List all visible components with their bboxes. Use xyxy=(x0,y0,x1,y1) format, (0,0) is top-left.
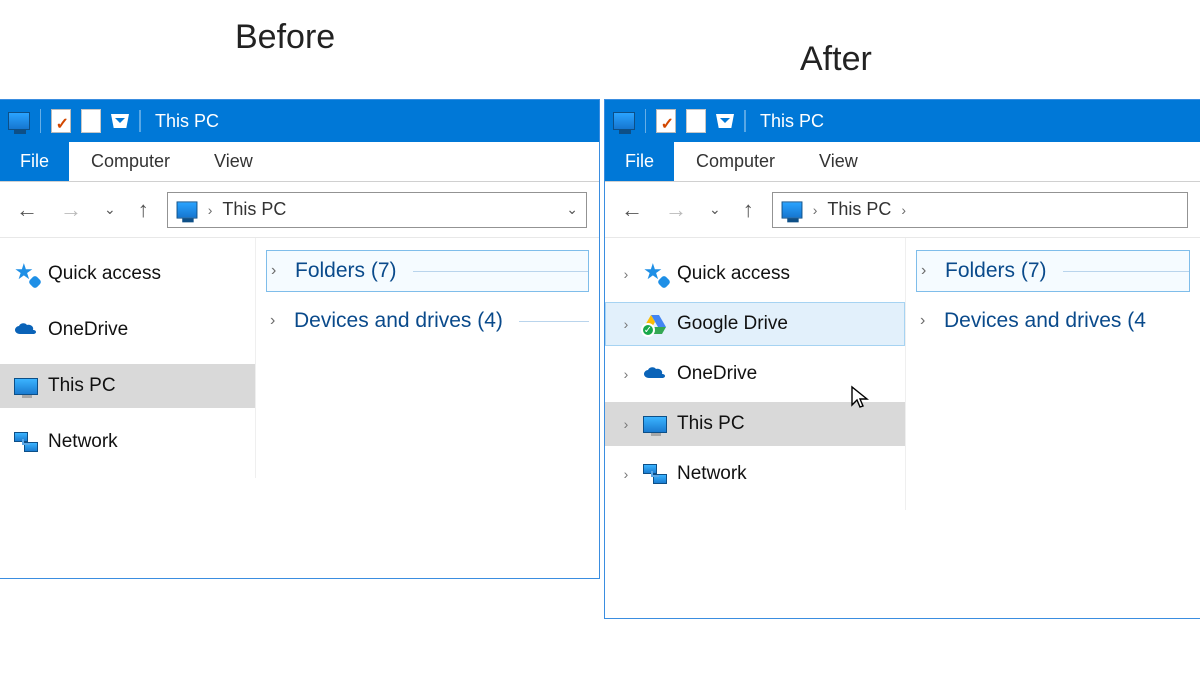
sidebar-item-label: This PC xyxy=(48,375,116,397)
sidebar-item-quick-access[interactable]: › Quick access xyxy=(605,252,905,296)
section-folders[interactable]: › Folders (7) xyxy=(916,250,1190,292)
content-pane: › Folders (7) › Devices and drives (4) xyxy=(255,238,599,478)
qat-properties-icon[interactable] xyxy=(51,109,71,133)
sidebar-item-network[interactable]: Network xyxy=(0,420,255,464)
divider xyxy=(1063,271,1189,272)
titlebar: This PC xyxy=(605,100,1200,142)
sidebar-item-label: Network xyxy=(677,463,747,485)
tab-file[interactable]: File xyxy=(605,142,674,181)
heading-before: Before xyxy=(235,18,335,57)
section-devices[interactable]: › Devices and drives (4 xyxy=(916,300,1190,342)
pc-icon xyxy=(176,201,197,218)
chevron-right-icon: › xyxy=(208,202,213,218)
forward-button: → xyxy=(661,195,691,225)
quick-access-icon xyxy=(14,263,38,285)
breadcrumb-this-pc[interactable]: This PC xyxy=(827,199,891,220)
expand-icon[interactable]: › xyxy=(619,416,633,432)
content-pane: › Folders (7) › Devices and drives (4 xyxy=(905,238,1200,510)
sidebar-item-quick-access[interactable]: Quick access xyxy=(0,252,255,296)
expand-icon[interactable]: › xyxy=(619,366,633,382)
google-drive-icon: ✓ xyxy=(643,313,667,335)
navigation-pane: Quick access OneDrive This PC Network xyxy=(0,238,255,478)
chevron-right-icon: › xyxy=(270,312,284,330)
onedrive-icon xyxy=(643,363,667,385)
section-label: Folders (7) xyxy=(945,259,1047,283)
cursor-icon xyxy=(850,385,870,411)
separator xyxy=(744,110,746,132)
tab-file[interactable]: File xyxy=(0,142,69,181)
app-icon xyxy=(613,112,635,130)
navigation-toolbar: ← → ⌄ ↑ › This PC › xyxy=(605,182,1200,238)
sidebar-item-onedrive[interactable]: OneDrive xyxy=(0,308,255,352)
network-icon xyxy=(643,464,667,484)
sidebar-item-label: Quick access xyxy=(677,263,790,285)
sidebar-item-label: Google Drive xyxy=(677,313,788,335)
up-button[interactable]: ↑ xyxy=(134,195,153,225)
history-dropdown[interactable]: ⌄ xyxy=(100,199,120,220)
back-button[interactable]: ← xyxy=(12,195,42,225)
address-dropdown-icon[interactable]: ⌄ xyxy=(566,201,578,218)
chevron-right-icon: › xyxy=(901,202,906,218)
sidebar-item-label: OneDrive xyxy=(677,363,757,385)
network-icon xyxy=(14,432,38,452)
sidebar-item-label: Network xyxy=(48,431,118,453)
app-icon xyxy=(8,112,30,130)
expand-icon[interactable]: › xyxy=(619,466,633,482)
up-button[interactable]: ↑ xyxy=(739,195,758,225)
address-bar[interactable]: › This PC › xyxy=(772,192,1188,228)
heading-after: After xyxy=(800,40,872,79)
section-label: Devices and drives (4) xyxy=(294,309,503,333)
tab-computer[interactable]: Computer xyxy=(674,142,797,181)
tab-computer[interactable]: Computer xyxy=(69,142,192,181)
sidebar-item-label: Quick access xyxy=(48,263,161,285)
window-before: This PC File Computer View ← → ⌄ ↑ › Thi… xyxy=(0,99,600,579)
sidebar-item-google-drive[interactable]: › ✓ Google Drive xyxy=(605,302,905,346)
qat-newfolder-icon[interactable] xyxy=(686,109,706,133)
qat-newfolder-icon[interactable] xyxy=(81,109,101,133)
window-title: This PC xyxy=(760,111,824,132)
chevron-right-icon: › xyxy=(920,312,934,330)
ribbon-tabs: File Computer View xyxy=(605,142,1200,182)
section-folders[interactable]: › Folders (7) xyxy=(266,250,589,292)
titlebar: This PC xyxy=(0,100,599,142)
sidebar-item-label: This PC xyxy=(677,413,745,435)
separator xyxy=(40,109,41,133)
separator xyxy=(139,110,141,132)
tab-view[interactable]: View xyxy=(797,142,880,181)
chevron-right-icon: › xyxy=(921,262,935,280)
sidebar-item-this-pc[interactable]: This PC xyxy=(0,364,255,408)
section-label: Folders (7) xyxy=(295,259,397,283)
section-devices[interactable]: › Devices and drives (4) xyxy=(266,300,589,342)
sidebar-item-label: OneDrive xyxy=(48,319,128,341)
qat-properties-icon[interactable] xyxy=(656,109,676,133)
tab-view[interactable]: View xyxy=(192,142,275,181)
divider xyxy=(519,321,589,322)
window-after: This PC File Computer View ← → ⌄ ↑ › Thi… xyxy=(604,99,1200,619)
expand-icon[interactable]: › xyxy=(619,266,633,282)
separator xyxy=(645,109,646,133)
qat-customize-icon[interactable] xyxy=(716,114,734,128)
forward-button: → xyxy=(56,195,86,225)
pc-icon xyxy=(14,378,38,395)
address-bar[interactable]: › This PC ⌄ xyxy=(167,192,587,228)
quick-access-icon xyxy=(643,263,667,285)
chevron-right-icon: › xyxy=(271,262,285,280)
navigation-toolbar: ← → ⌄ ↑ › This PC ⌄ xyxy=(0,182,599,238)
breadcrumb-this-pc[interactable]: This PC xyxy=(222,199,286,220)
qat-customize-icon[interactable] xyxy=(111,114,129,128)
window-title: This PC xyxy=(155,111,219,132)
sidebar-item-network[interactable]: › Network xyxy=(605,452,905,496)
section-label: Devices and drives (4 xyxy=(944,309,1146,333)
pc-icon xyxy=(781,201,802,218)
history-dropdown[interactable]: ⌄ xyxy=(705,199,725,220)
ribbon-tabs: File Computer View xyxy=(0,142,599,182)
chevron-right-icon: › xyxy=(813,202,818,218)
expand-icon[interactable]: › xyxy=(619,316,633,332)
pc-icon xyxy=(643,416,667,433)
divider xyxy=(413,271,588,272)
back-button[interactable]: ← xyxy=(617,195,647,225)
navigation-pane: › Quick access › ✓ Google Drive › OneDri… xyxy=(605,238,905,510)
onedrive-icon xyxy=(14,319,38,341)
